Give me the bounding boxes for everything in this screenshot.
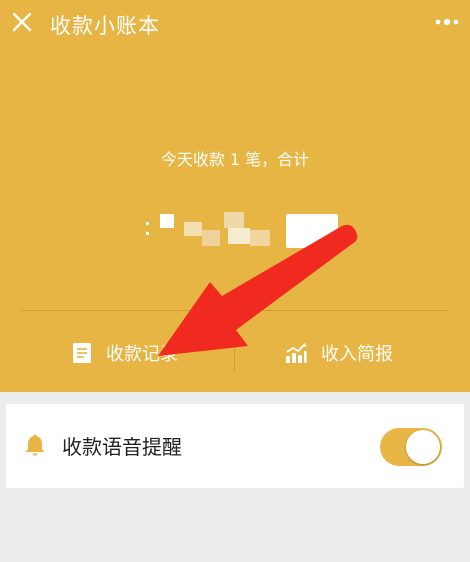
total-amount-redacted — [140, 208, 350, 248]
top-bar: 收款小账本 — [0, 0, 470, 50]
more-icon — [435, 18, 459, 26]
income-report-label: 收入简报 — [321, 344, 393, 365]
chart-icon — [286, 343, 307, 363]
collection-records-label: 收款记录 — [106, 344, 178, 365]
close-button[interactable] — [8, 8, 36, 36]
bell-icon — [25, 434, 45, 456]
document-icon — [73, 343, 91, 363]
close-icon — [12, 12, 32, 32]
income-report-button[interactable]: 收入简报 — [285, 336, 393, 370]
more-button[interactable] — [432, 10, 462, 34]
toggle-knob — [406, 430, 440, 464]
today-summary-text: 今天收款 1 笔，合计 — [160, 150, 310, 169]
voice-alert-row: 收款语音提醒 — [6, 404, 464, 488]
action-divider — [234, 335, 235, 371]
summary-header: 收款小账本 今天收款 1 笔，合计 收款记录 收入简报 — [0, 0, 470, 392]
voice-alert-toggle[interactable] — [380, 428, 442, 466]
page-title: 收款小账本 — [50, 14, 160, 38]
collection-ledger-page: 收款小账本 今天收款 1 笔，合计 收款记录 收入简报 收款语音提醒 — [0, 0, 470, 562]
header-divider — [22, 310, 448, 311]
voice-alert-label: 收款语音提醒 — [62, 435, 182, 459]
collection-records-button[interactable]: 收款记录 — [72, 336, 178, 370]
